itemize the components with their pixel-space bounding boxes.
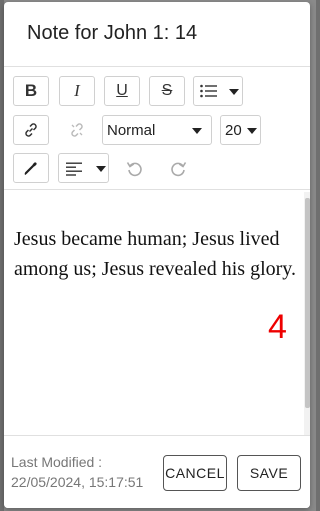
- verse-number: 4: [268, 308, 287, 346]
- backdrop-right: [316, 0, 320, 511]
- dialog-title: Note for John 1: 14: [27, 22, 198, 44]
- last-modified: Last Modified : 22/05/2024, 15:17:51: [11, 452, 161, 492]
- chevron-down-icon: [229, 89, 239, 95]
- strikethrough-button[interactable]: S: [149, 76, 185, 106]
- italic-button[interactable]: I: [59, 76, 95, 106]
- bold-icon: B: [24, 81, 38, 100]
- link-button[interactable]: [13, 115, 49, 145]
- note-text[interactable]: Jesus became human; Jesus lived among us…: [14, 224, 306, 284]
- link-icon: [25, 123, 37, 137]
- underline-icon: U: [116, 82, 128, 99]
- font-size-select[interactable]: 20: [220, 115, 261, 145]
- last-modified-value: 22/05/2024, 15:17:51: [11, 474, 144, 490]
- last-modified-label: Last Modified :: [11, 454, 103, 470]
- redo-icon: [171, 162, 187, 177]
- note-editor[interactable]: Jesus became human; Jesus lived among us…: [4, 190, 310, 436]
- dialog-footer: Last Modified : 22/05/2024, 15:17:51 CAN…: [4, 436, 310, 508]
- chevron-down-icon: [247, 128, 257, 134]
- italic-icon: I: [74, 81, 80, 100]
- chevron-down-icon: [96, 166, 106, 172]
- unlink-icon: [71, 123, 83, 137]
- strikethrough-icon: S: [161, 82, 173, 99]
- underline-button[interactable]: U: [104, 76, 140, 106]
- eyedropper-icon: [24, 162, 37, 175]
- note-dialog: Note for John 1: 14 B I U S Normal 20 Je…: [4, 2, 310, 508]
- undo-button[interactable]: [116, 153, 152, 183]
- align-left-icon: [66, 162, 82, 176]
- text-color-button[interactable]: [13, 153, 49, 183]
- unlink-button[interactable]: [59, 115, 95, 145]
- save-button[interactable]: SAVE: [237, 455, 301, 491]
- bulleted-list-icon: [200, 84, 217, 98]
- paragraph-style-value: Normal: [107, 122, 156, 139]
- editor-scrollbar-thumb[interactable]: [305, 198, 310, 408]
- cancel-button[interactable]: CANCEL: [163, 455, 227, 491]
- redo-button[interactable]: [161, 153, 197, 183]
- paragraph-style-select[interactable]: Normal: [102, 115, 212, 145]
- chevron-down-icon: [192, 128, 202, 134]
- bold-button[interactable]: B: [13, 76, 49, 106]
- editor-toolbar: B I U S Normal 20: [4, 67, 310, 190]
- font-size-value: 20: [225, 122, 242, 139]
- align-dropdown[interactable]: [58, 153, 109, 183]
- undo-icon: [126, 162, 142, 177]
- list-dropdown[interactable]: [193, 76, 243, 106]
